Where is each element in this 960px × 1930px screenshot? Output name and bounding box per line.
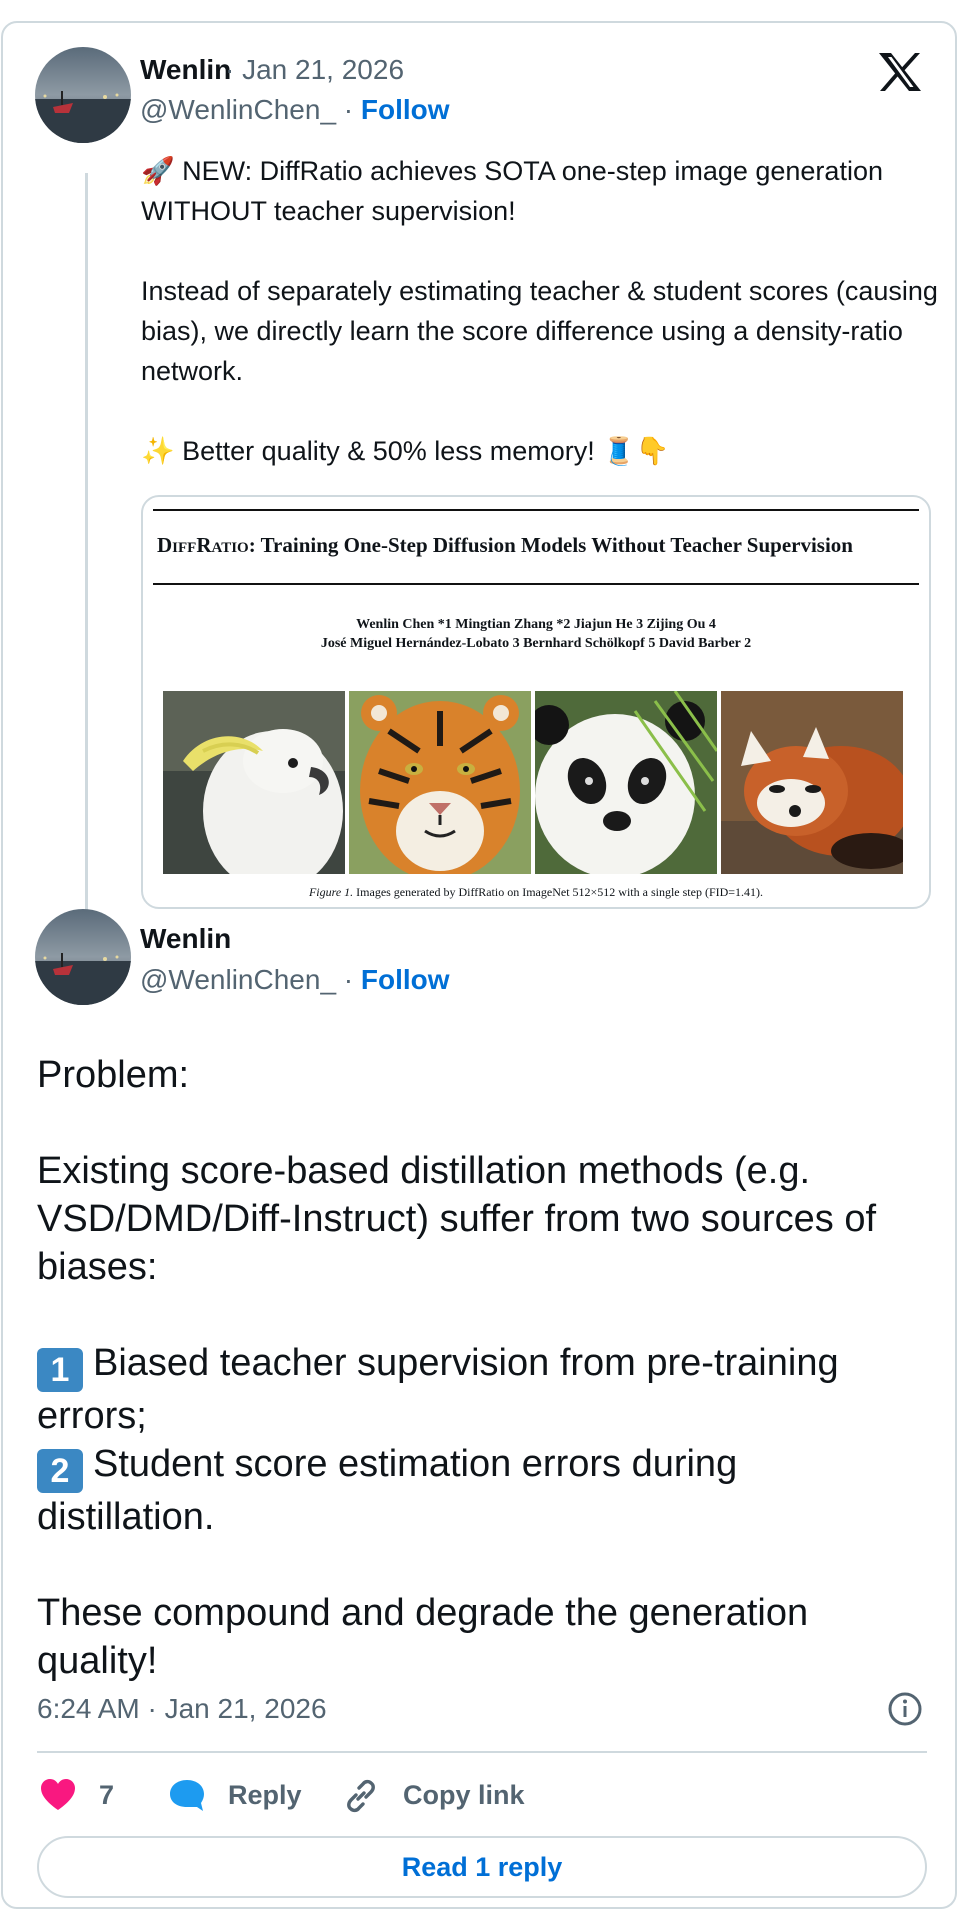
paper-title: DiffRatio: Training One-Step Diffusion M… — [157, 533, 921, 558]
list-item: 1 Biased teacher supervision from pre-tra… — [37, 1339, 917, 1440]
reply-button[interactable]: Reply — [228, 1775, 302, 1815]
tweet-media-image[interactable]: DiffRatio: Training One-Step Diffusion M… — [141, 495, 931, 909]
rule-top — [153, 509, 919, 511]
handle-row: @WenlinChen_ · Follow — [140, 963, 450, 997]
caption-text: Images generated by DiffRatio on ImageNe… — [353, 885, 764, 899]
tweet-text: Problem: Existing score-based distillati… — [37, 1051, 917, 1685]
caption-label: Figure 1. — [308, 885, 354, 899]
separator-dot: · — [336, 964, 361, 995]
post-date-row: · Jan 21, 2026 — [225, 53, 404, 87]
info-icon[interactable] — [887, 1691, 923, 1727]
heart-icon[interactable] — [41, 1779, 75, 1811]
tweet-line: 🚀 NEW: DiffRatio achieves SOTA one-step … — [141, 156, 883, 226]
paper-authors-2: José Miguel Hernández-Lobato 3 Bernhard … — [320, 636, 752, 651]
x-logo-icon[interactable] — [877, 51, 923, 93]
separator-dot: · — [225, 54, 243, 85]
follow-button[interactable]: Follow — [361, 94, 450, 125]
avatar[interactable] — [35, 909, 131, 1005]
cockatoo-photo — [163, 691, 345, 874]
tweet-timestamp[interactable]: 6:24 AM · Jan 21, 2026 — [37, 1692, 327, 1726]
like-count[interactable]: 7 — [99, 1775, 114, 1815]
read-replies-button[interactable]: Read 1 reply — [37, 1836, 927, 1898]
tweet-text: 🚀 NEW: DiffRatio achieves SOTA one-step … — [141, 151, 941, 471]
author-handle[interactable]: @WenlinChen_ — [140, 964, 336, 995]
list-item-text: Student score estimation errors during d… — [37, 1443, 738, 1538]
tweet-paragraph: These compound and degrade the generatio… — [37, 1592, 809, 1682]
keycap-one-icon: 1 — [37, 1348, 83, 1392]
thread-connector — [85, 173, 88, 925]
keycap-two-icon: 2 — [37, 1449, 83, 1493]
divider — [37, 1751, 927, 1753]
separator-dot: · — [336, 94, 361, 125]
tweet-line: Instead of separately estimating teacher… — [141, 276, 938, 386]
author-name[interactable]: Wenlin — [140, 53, 231, 87]
embedded-tweet-card: Wenlin · Jan 21, 2026 @WenlinChen_ · Fol… — [1, 21, 957, 1909]
author-handle[interactable]: @WenlinChen_ — [140, 94, 336, 125]
tweet-line: ✨ Better quality & 50% less memory! 🧵👇 — [141, 436, 670, 466]
handle-row: @WenlinChen_ · Follow — [140, 93, 450, 127]
paper-title-smallcaps: DiffRatio — [157, 533, 249, 557]
link-icon[interactable] — [343, 1778, 379, 1814]
paper-authors-1: Wenlin Chen *1 Mingtian Zhang *2 Jiajun … — [356, 617, 716, 632]
copy-link-button[interactable]: Copy link — [403, 1775, 525, 1815]
paper-title-rest: : Training One-Step Diffusion Models Wit… — [248, 533, 853, 557]
panda-photo — [535, 691, 717, 874]
tweet-paragraph: Problem: — [37, 1054, 190, 1096]
figure-caption: Figure 1. Images generated by DiffRatio … — [143, 885, 929, 900]
tiger-photo — [349, 691, 531, 874]
author-name[interactable]: Wenlin — [140, 922, 231, 956]
list-item-text: Biased teacher supervision from pre-trai… — [37, 1342, 839, 1437]
post-date[interactable]: Jan 21, 2026 — [242, 54, 404, 85]
red-panda-photo — [721, 691, 903, 874]
tweet-paragraph: Existing score-based distillation method… — [37, 1150, 877, 1288]
rule-bottom — [153, 583, 919, 585]
speech-bubble-icon[interactable] — [169, 1778, 205, 1812]
follow-button[interactable]: Follow — [361, 964, 450, 995]
avatar[interactable] — [35, 47, 131, 143]
list-item: 2 Student score estimation errors during … — [37, 1440, 917, 1541]
